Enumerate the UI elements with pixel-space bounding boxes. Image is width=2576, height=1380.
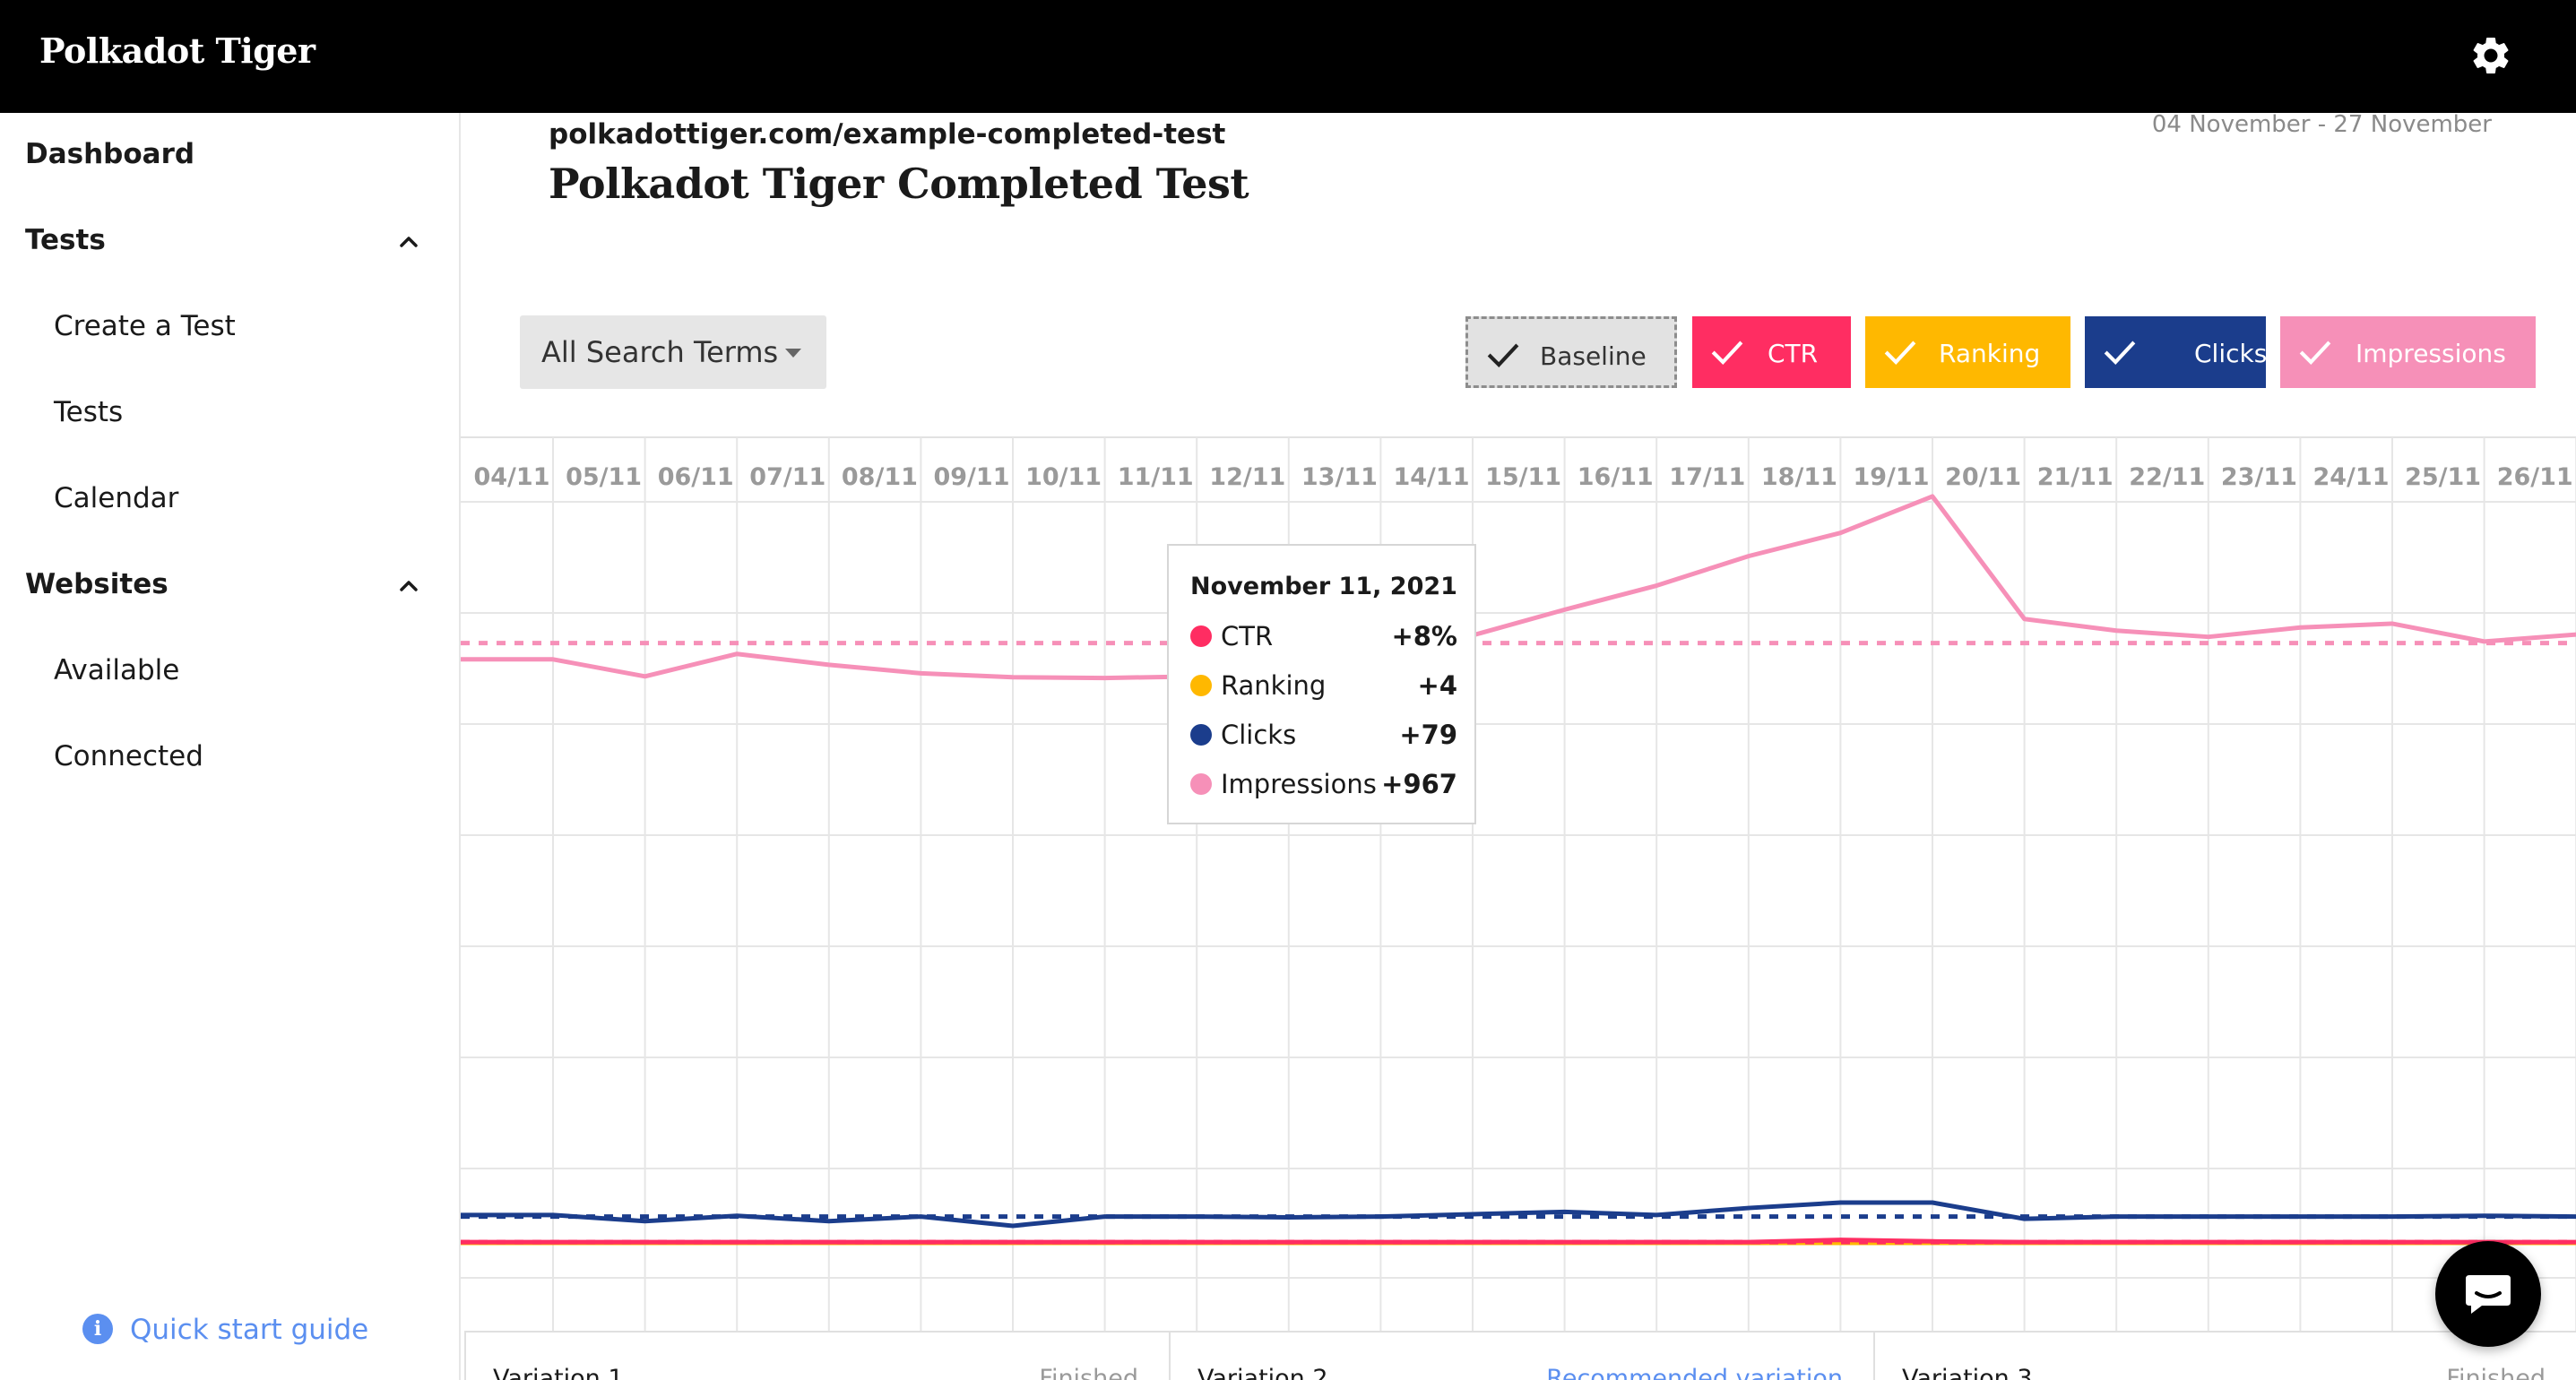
tooltip-row-ranking: Ranking +4 <box>1190 667 1457 703</box>
variation-name: Variation 2 <box>1197 1365 1328 1380</box>
sidebar-item-calendar[interactable]: Calendar <box>54 482 178 514</box>
check-icon <box>2299 341 2331 366</box>
ctr-series-line <box>461 1238 2576 1245</box>
tooltip-row-clicks: Clicks +79 <box>1190 716 1457 752</box>
x-tick-label: 19/11 <box>1853 463 1929 491</box>
sidebar-item-create-test[interactable]: Create a Test <box>54 310 236 342</box>
check-icon <box>1884 341 1916 366</box>
x-tick-label: 12/11 <box>1209 463 1285 491</box>
toggle-baseline[interactable]: Baseline <box>1465 316 1677 388</box>
sidebar: Dashboard Tests Create a Test Tests Cale… <box>0 113 461 1380</box>
clicks-series-line <box>461 1200 2576 1229</box>
x-tick-label: 22/11 <box>2129 463 2205 491</box>
variation-card[interactable]: Variation 2 Recommended variation <box>1169 1331 1873 1380</box>
chat-button[interactable] <box>2435 1241 2541 1347</box>
chat-icon <box>2466 1275 2511 1314</box>
tooltip-value: +8% <box>1391 621 1457 651</box>
tooltip-value: +79 <box>1399 720 1457 750</box>
chevron-up-icon[interactable] <box>394 228 423 256</box>
x-tick-label: 23/11 <box>2221 463 2297 491</box>
x-tick-label: 17/11 <box>1669 463 1745 491</box>
test-url: polkadottiger.com/example-completed-test <box>549 118 1226 151</box>
search-terms-dropdown[interactable]: All Search Terms <box>520 315 826 389</box>
toggle-label: Clicks <box>2194 339 2268 368</box>
impressions-dot-icon <box>1190 773 1212 795</box>
tooltip-value: +967 <box>1381 769 1457 799</box>
x-tick-label: 15/11 <box>1485 463 1561 491</box>
x-tick-label: 24/11 <box>2312 463 2389 491</box>
toggle-label: Baseline <box>1540 341 1647 371</box>
variation-card[interactable]: Variation 1 Finished <box>464 1331 1169 1380</box>
dropdown-selected-value: All Search Terms <box>541 335 779 369</box>
sidebar-item-dashboard[interactable]: Dashboard <box>25 138 194 170</box>
x-tick-label: 04/11 <box>473 463 549 491</box>
tooltip-label: CTR <box>1221 621 1274 651</box>
check-icon <box>1487 343 1519 368</box>
tooltip-label: Ranking <box>1221 670 1327 701</box>
x-tick-label: 14/11 <box>1393 463 1469 491</box>
check-icon <box>1711 341 1743 366</box>
x-tick-label: 08/11 <box>842 463 918 491</box>
variation-status: Finished <box>2446 1365 2546 1380</box>
sidebar-section-websites[interactable]: Websites <box>25 568 169 600</box>
tooltip-row-ctr: CTR +8% <box>1190 617 1457 653</box>
x-tick-label: 06/11 <box>658 463 734 491</box>
x-tick-label: 25/11 <box>2405 463 2481 491</box>
toggle-label: Ranking <box>1939 339 2041 368</box>
top-bar: Polkadot Tiger <box>0 0 2576 113</box>
tooltip-label: Impressions <box>1221 769 1377 799</box>
x-tick-label: 05/11 <box>566 463 642 491</box>
x-tick-label: 26/11 <box>2497 463 2573 491</box>
chart-tooltip: November 11, 2021 CTR +8% Ranking +4 Cli… <box>1167 544 1476 824</box>
info-icon: i <box>82 1314 113 1344</box>
ranking-dot-icon <box>1190 675 1212 696</box>
x-tick-label: 10/11 <box>1025 463 1102 491</box>
tooltip-date: November 11, 2021 <box>1190 573 1457 600</box>
variation-name: Variation 1 <box>493 1365 624 1380</box>
brand-logo[interactable]: Polkadot Tiger <box>39 30 316 71</box>
x-tick-label: 13/11 <box>1301 463 1378 491</box>
sidebar-item-connected[interactable]: Connected <box>54 740 203 772</box>
sidebar-item-tests[interactable]: Tests <box>54 396 123 428</box>
variation-name: Variation 3 <box>1902 1365 2033 1380</box>
toggle-clicks[interactable]: Clicks <box>2085 316 2268 388</box>
toggle-ctr[interactable]: CTR <box>1692 316 1851 388</box>
sidebar-section-tests[interactable]: Tests <box>25 224 106 256</box>
quick-start-guide-link[interactable]: Quick start guide <box>130 1314 368 1346</box>
tooltip-value: +4 <box>1417 670 1457 701</box>
variation-status: Finished <box>1039 1365 1138 1380</box>
page-title: Polkadot Tiger Completed Test <box>549 160 1249 208</box>
x-tick-label: 07/11 <box>749 463 826 491</box>
ctr-dot-icon <box>1190 625 1212 647</box>
x-tick-label: 21/11 <box>2037 463 2114 491</box>
gear-icon[interactable] <box>2468 33 2513 78</box>
toggle-ranking[interactable]: Ranking <box>1865 316 2070 388</box>
check-icon <box>2104 341 2136 366</box>
x-tick-label: 18/11 <box>1761 463 1837 491</box>
tooltip-row-impressions: Impressions +967 <box>1190 765 1457 801</box>
caret-down-icon <box>785 349 801 358</box>
chevron-up-icon[interactable] <box>394 572 423 600</box>
x-tick-label: 16/11 <box>1578 463 1654 491</box>
x-tick-label: 09/11 <box>933 463 1009 491</box>
sidebar-item-available[interactable]: Available <box>54 654 179 686</box>
tooltip-label: Clicks <box>1221 720 1297 750</box>
performance-chart[interactable]: 04/11 05/11 06/11 07/11 08/11 09/11 10/11 11/11… <box>461 436 2576 1332</box>
toggle-impressions[interactable]: Impressions <box>2280 316 2536 388</box>
date-range[interactable]: 04 November - 27 November <box>2152 111 2492 138</box>
toggle-label: Impressions <box>2356 339 2506 368</box>
toggle-label: CTR <box>1768 339 1819 368</box>
variation-status: Recommended variation <box>1546 1365 1843 1380</box>
x-tick-label: 11/11 <box>1118 463 1194 491</box>
x-tick-label: 20/11 <box>1945 463 2021 491</box>
impressions-series-line <box>461 494 2576 681</box>
clicks-dot-icon <box>1190 724 1212 746</box>
